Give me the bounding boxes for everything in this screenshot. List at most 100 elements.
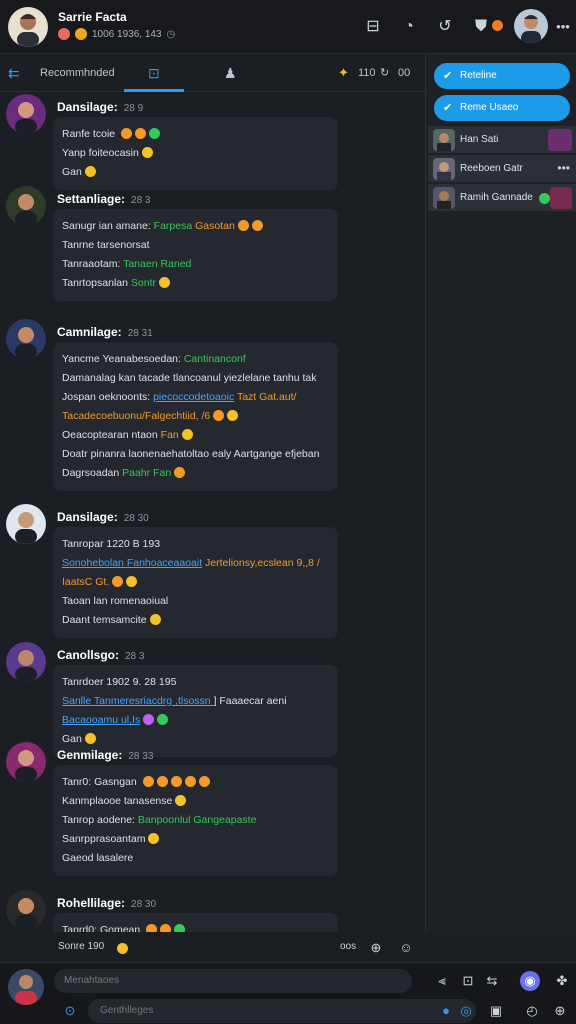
image-icon[interactable]: ▣ [486, 1001, 506, 1021]
sub-navigation: ⇇ Recommhnded ⊡ ♟ ✦ 110 ↻ 00 [0, 54, 425, 92]
message-input[interactable] [54, 969, 412, 993]
emoji-icon [112, 576, 124, 587]
message-text: Tanr0: Gasngan [62, 776, 140, 788]
avatar[interactable] [6, 890, 46, 930]
username[interactable]: Camnilage: 28 31 [57, 325, 153, 339]
username[interactable]: Canollsgo: 28 3 [57, 648, 144, 662]
username[interactable]: Genmilage: 28 33 [57, 748, 153, 762]
message-line: Damanalag kan tacade tlancoanul yiezlela… [62, 371, 329, 386]
typing-right: oos [340, 941, 357, 952]
mic-icon[interactable]: ● [436, 1001, 456, 1021]
emoji-icon [84, 733, 96, 744]
message-link[interactable]: piecoccodetoaoic [153, 391, 234, 403]
emoji-icon [121, 128, 133, 139]
message-link[interactable]: Tanmeresriacdrg ,tlsossn [94, 695, 214, 707]
back-arrow-icon[interactable]: ⇇ [8, 54, 20, 92]
timestamp: 28 9 [123, 103, 144, 114]
bubble-icon[interactable]: ◔ [398, 16, 420, 38]
send-icon[interactable]: ◎ [456, 1001, 476, 1021]
message-line: Daant temsamcite [62, 613, 329, 628]
message-link[interactable]: Sanlle [62, 695, 94, 707]
emoji-icon [237, 220, 249, 231]
reward-icon[interactable]: ⛊ [470, 16, 492, 38]
share-icon[interactable]: ↺ [434, 16, 456, 38]
gif-icon[interactable]: ⊡ [458, 971, 478, 991]
message-link[interactable]: Fanhoaceaaoait [127, 557, 202, 569]
add-icon[interactable]: ⊕ [550, 1001, 570, 1021]
message-bubble: Sanugr ian amane: Farpesa Gasotan Tanrne … [53, 209, 338, 301]
message-text: Jospan oeknoonts: [62, 391, 154, 403]
sidebar-button-2[interactable]: ✔ Reme Usaeo [434, 95, 570, 121]
emoji-icon [149, 614, 161, 625]
emoji-picker-icon[interactable]: ☺ [396, 938, 416, 958]
message-text: Farpesa [153, 220, 193, 232]
refresh-icon[interactable]: ↻ [380, 54, 389, 92]
subtitle-text: 1006 1936, 143 [92, 28, 162, 40]
username[interactable]: Dansilage: 28 9 [57, 100, 143, 114]
username-text: Dansilage: [57, 510, 118, 524]
game-icon[interactable]: ◉ [520, 971, 540, 991]
message-line: Dagrsoadan Paahr Fan [62, 466, 329, 481]
username[interactable]: Settanliage: 28 3 [57, 192, 150, 206]
message-bubble: Tanrdoer 1902 9. 28 195 Sanlle Tanmeresri… [53, 665, 338, 757]
attach-icon[interactable]: ⫷ [432, 971, 452, 991]
message-line: Tanr0: Gasngan [62, 775, 329, 790]
box-icon[interactable]: ⊡ [148, 54, 160, 92]
message-feed: Dansilage: 28 9 Ranfe tcoie Yanp foiteocas… [0, 92, 425, 932]
sidebar-row-3[interactable]: Ramih Gannade [428, 184, 576, 212]
clock-icon[interactable]: ◴ [522, 1001, 542, 1021]
search-field[interactable] [88, 999, 476, 1023]
message-link[interactable]: Bacaooamu ul,Is [62, 714, 140, 726]
person-icon[interactable]: ♟ [224, 54, 237, 92]
stat-a: 110 [358, 67, 376, 79]
sidebar-row-2[interactable]: Reeboen Gatr ••• [428, 155, 576, 183]
message-text: Gasotan [192, 220, 235, 232]
message-line: Yanp foiteocasin [62, 146, 329, 161]
message-bubble: Ranfe tcoie Yanp foiteocasin Gan [53, 117, 338, 190]
emoji-icon [149, 128, 161, 139]
message-text: Tanaen Raned [123, 258, 192, 270]
emoji-icon [148, 833, 160, 844]
composer-avatar[interactable] [8, 969, 44, 1005]
avatar[interactable] [6, 642, 46, 682]
message-line: Tanropar 1220 B 193 [62, 537, 329, 552]
message-text: Tanrdoer 1902 9. 28 195 [62, 676, 177, 688]
search-icon[interactable]: ⊕ [366, 938, 386, 958]
message-text: Tanraaotam: [62, 258, 124, 270]
page-title: Sarrie Facta [58, 10, 127, 24]
avatar[interactable] [6, 319, 46, 359]
emoji-icon [141, 147, 153, 158]
more-icon[interactable]: ••• [557, 161, 570, 175]
sidebar-button-1[interactable]: ✔ Reteline [434, 63, 570, 89]
username[interactable]: Rohellilage: 28 30 [57, 896, 156, 910]
message-line: Yancme Yeanabesoedan: Cantinanconf [62, 352, 329, 367]
stat-b: 00 [398, 67, 411, 79]
profile-avatar[interactable] [8, 7, 48, 47]
timestamp: 28 30 [131, 899, 157, 910]
avatar[interactable] [6, 94, 46, 134]
sidebar-row-1[interactable]: Han Sati [428, 126, 576, 154]
emoji-icon [160, 924, 172, 932]
chat-icon[interactable]: ⊟ [362, 16, 384, 38]
message-line: Oeacoptearan ntaon Fan [62, 428, 329, 443]
avatar[interactable] [6, 742, 46, 782]
message-link[interactable]: Sonohebolan [62, 557, 127, 569]
more-icon[interactable]: ••• [552, 16, 574, 38]
user-avatar[interactable] [514, 9, 548, 43]
tab-recommended[interactable]: Recommhnded [40, 54, 115, 92]
emoji-icon [146, 924, 158, 932]
message-text: Banpoonlul Gangeapaste [137, 814, 257, 826]
search-icon[interactable]: ⊙ [60, 1001, 80, 1021]
apps-icon[interactable]: ✤ [552, 971, 572, 991]
avatar[interactable] [6, 504, 46, 544]
check-icon: ✔ [443, 102, 453, 114]
message-text: Tanrne tarsenorsat [62, 239, 150, 251]
message-line: Tanrop aodene: Banpoonlul Gangeapaste [62, 813, 329, 828]
emoji-icon [174, 467, 186, 478]
message-text: Tanropar 1220 B 193 [62, 538, 161, 550]
username[interactable]: Dansilage: 28 30 [57, 510, 149, 524]
share-icon[interactable]: ⇆ [482, 971, 502, 991]
avatar[interactable] [6, 186, 46, 226]
message-text: Jertelionsy,ecslean 9,,8 / [202, 557, 320, 569]
emoji-icon [157, 714, 169, 725]
